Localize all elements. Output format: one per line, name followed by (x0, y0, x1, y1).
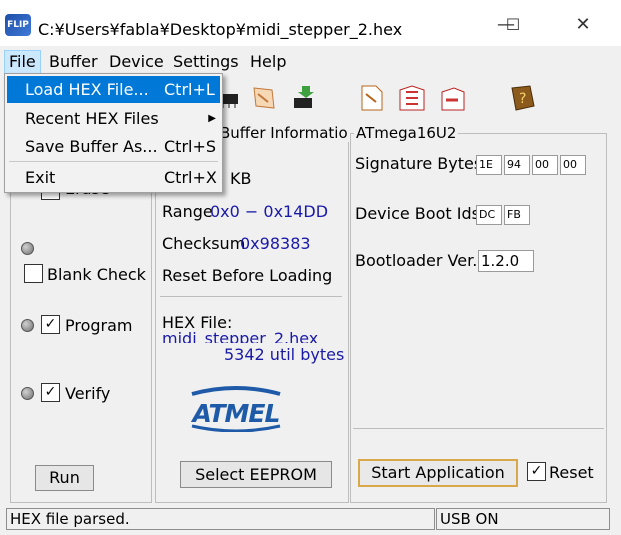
menu-item-label: Exit (25, 168, 56, 187)
program-status-led (21, 319, 34, 332)
blank-check-label: Blank Check (47, 265, 146, 284)
buffer-size-suffix: KB (230, 169, 252, 188)
bootloader-version-value: 1.2.0 (478, 250, 534, 272)
buffer-info-title: Buffer Informatio (218, 124, 350, 142)
menu-separator (9, 161, 218, 162)
menu-item-label: Recent HEX Files (25, 109, 159, 128)
boot-id-0: DC (476, 205, 502, 225)
menu-file[interactable]: File (4, 50, 41, 74)
verify-label: Verify (65, 384, 111, 403)
menu-item-shortcut: Ctrl+S (164, 137, 217, 156)
program-label: Program (65, 316, 133, 335)
program-checkbox[interactable]: ✓ (41, 315, 60, 334)
menu-item-exit[interactable]: Exit Ctrl+X (7, 164, 220, 191)
help-book-icon[interactable]: ? (506, 82, 538, 114)
open-file-icon[interactable] (356, 82, 388, 114)
menu-bar: File Buffer Device Settings Help (0, 49, 621, 74)
load-chip-icon[interactable] (288, 82, 320, 114)
atmel-logo: ATMEL (191, 386, 281, 432)
bootloader-version-label: Bootloader Ver. (355, 251, 478, 270)
verify-status-led (21, 387, 34, 400)
menu-help[interactable]: Help (246, 51, 290, 73)
run-button[interactable]: Run (35, 465, 94, 491)
menu-item-label: Load HEX File... (25, 80, 149, 99)
flip-app-icon[interactable]: FLIP (5, 14, 31, 36)
blank-check-status-led (21, 242, 34, 255)
range-label: Range (162, 202, 213, 221)
checksum-value: 0x98383 (240, 234, 311, 253)
hex-file-value: midi_stepper_2.hex (162, 329, 319, 343)
menu-item-shortcut: Ctrl+L (164, 80, 215, 99)
status-bar: HEX file parsed. USB ON (0, 505, 621, 535)
window-title: C:¥Users¥fabla¥Desktop¥midi_stepper_2.he… (38, 20, 403, 39)
maximize-button[interactable]: ☐ (490, 10, 536, 40)
menu-device[interactable]: Device (105, 51, 168, 73)
file-menu-dropdown: Load HEX File... Ctrl+L Recent HEX Files… (4, 73, 223, 193)
save-buffer-icon[interactable] (396, 82, 428, 114)
menu-item-recent-hex[interactable]: Recent HEX Files ▶ (7, 105, 220, 132)
usb-connect-icon[interactable] (248, 82, 280, 114)
select-eeprom-button[interactable]: Select EEPROM (180, 461, 332, 488)
verify-checkbox[interactable]: ✓ (41, 383, 60, 402)
boot-ids-label: Device Boot Ids (355, 204, 480, 223)
boot-id-1: FB (504, 205, 530, 225)
signature-byte-2: 00 (532, 155, 558, 175)
close-button[interactable]: ✕ (560, 10, 606, 40)
signature-bytes-label: Signature Bytes (355, 154, 483, 173)
menu-item-label: Save Buffer As... (25, 137, 158, 156)
buffer-divider (160, 296, 342, 297)
checksum-label: Checksum (162, 234, 246, 253)
usb-status: USB ON (436, 508, 610, 530)
status-message: HEX file parsed. (6, 508, 435, 530)
menu-item-save-buffer[interactable]: Save Buffer As... Ctrl+S (7, 133, 220, 160)
title-bar: FLIP C:¥Users¥fabla¥Desktop¥midi_stepper… (0, 0, 621, 46)
signature-byte-0: 1E (476, 155, 502, 175)
submenu-arrow-icon: ▶ (208, 113, 216, 124)
menu-item-load-hex[interactable]: Load HEX File... Ctrl+L (7, 76, 220, 103)
device-panel: Signature Bytes 1E 94 00 00 Device Boot … (350, 133, 607, 503)
blank-check-checkbox[interactable] (24, 264, 43, 283)
reset-label: Reset (549, 463, 594, 482)
run-program-icon[interactable] (436, 82, 468, 114)
range-value: 0x0 − 0x14DD (210, 202, 329, 221)
svg-text:ATMEL: ATMEL (191, 399, 280, 428)
menu-settings[interactable]: Settings (169, 51, 243, 73)
menu-item-shortcut: Ctrl+X (164, 168, 217, 187)
util-bytes: 5342 util bytes (224, 345, 345, 364)
device-title: ATmega16U2 (354, 124, 459, 142)
signature-byte-1: 94 (504, 155, 530, 175)
reset-before-loading-label[interactable]: Reset Before Loading (162, 266, 332, 285)
device-divider (353, 428, 604, 429)
reset-checkbox[interactable]: ✓ (527, 462, 546, 481)
menu-buffer[interactable]: Buffer (45, 51, 102, 73)
signature-byte-3: 00 (560, 155, 586, 175)
svg-text:?: ? (519, 91, 526, 107)
start-application-button[interactable]: Start Application (358, 459, 518, 487)
